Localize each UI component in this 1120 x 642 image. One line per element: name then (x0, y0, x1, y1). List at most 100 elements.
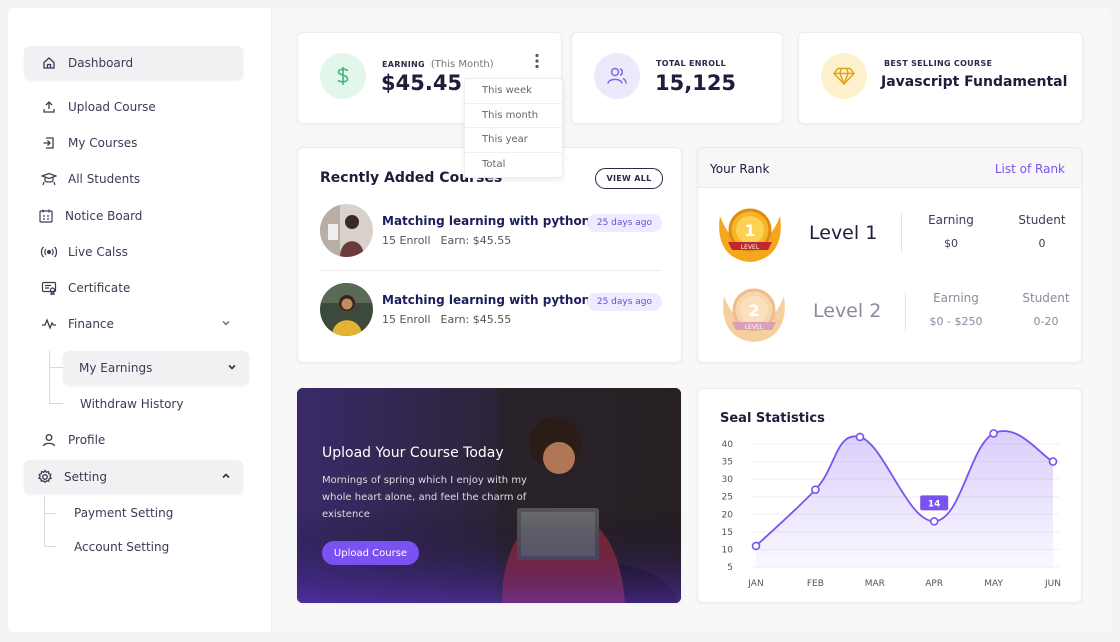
gear-icon (36, 468, 54, 486)
tree-line (44, 496, 45, 546)
sidebar-subitem-label: Account Setting (74, 540, 170, 554)
medal-level-text: LEVEL (741, 244, 760, 251)
tree-line (49, 403, 63, 404)
sidebar-item-profile[interactable]: Profile (24, 423, 243, 457)
sidebar-item-label: All Students (68, 172, 141, 186)
svg-text:2: 2 (748, 301, 759, 320)
enter-icon (40, 134, 58, 152)
x-tick-label: FEB (807, 579, 824, 589)
course-earn: Earn: $45.55 (440, 234, 512, 247)
dropdown-item-this-year[interactable]: This year (465, 128, 562, 153)
course-row[interactable]: Matching learning with python 15 Enroll E… (320, 283, 662, 339)
course-meta: 15 Enroll Earn: $45.55 (382, 313, 511, 326)
x-tick-label: JUN (1044, 579, 1061, 589)
dropdown-item-this-month[interactable]: This month (465, 104, 562, 128)
divider (320, 270, 662, 271)
sidebar-subitem-account-setting[interactable]: Account Setting (74, 539, 169, 555)
data-point[interactable] (929, 517, 939, 526)
dropdown-item-total[interactable]: Total (465, 153, 562, 178)
dropdown-item-this-week[interactable]: This week (465, 79, 562, 104)
upload-icon (40, 98, 58, 116)
sidebar-item-my-courses[interactable]: My Courses (24, 126, 243, 160)
total-enroll-label: TOTAL ENROLL (656, 59, 727, 68)
data-point[interactable] (1048, 457, 1058, 466)
sidebar-subitem-my-earnings[interactable]: My Earnings (63, 351, 249, 385)
rank-level-name: Level 2 (813, 300, 882, 322)
user-icon (40, 431, 58, 449)
tree-line (44, 546, 56, 547)
best-selling-value: Javascript Fundamental (881, 74, 1068, 90)
pulse-icon (40, 315, 58, 333)
chevron-down-icon[interactable] (225, 360, 239, 374)
rank-earning: Earning $0 (918, 213, 984, 250)
divider (905, 293, 906, 331)
y-tick-label: 10 (722, 545, 734, 555)
earning-label: EARNING (This Month) (382, 59, 494, 70)
data-point[interactable] (989, 429, 998, 438)
sidebar-item-label: Certificate (68, 281, 131, 295)
diamond-icon (821, 53, 867, 99)
sidebar-item-finance[interactable]: Finance (24, 307, 243, 341)
sidebar-item-label: Finance (68, 317, 114, 331)
svg-text:1: 1 (744, 221, 755, 240)
rank-student: Student 0 (1016, 213, 1068, 250)
students-icon (40, 170, 58, 188)
home-icon (40, 54, 58, 72)
broadcast-icon (40, 243, 58, 261)
course-row[interactable]: Matching learning with python 15 Enroll E… (320, 204, 662, 260)
sidebar-item-certificate[interactable]: Certificate (24, 271, 243, 305)
gold-medal-icon: 1 LEVEL (712, 202, 788, 266)
sidebar-item-setting[interactable]: Setting (24, 460, 243, 494)
promo-text: Mornings of spring which I enjoy with my… (322, 475, 527, 520)
users-icon (594, 53, 640, 99)
rank-earning: Earning $0 - $250 (922, 291, 990, 328)
y-tick-label: 30 (722, 475, 734, 485)
view-all-button[interactable]: VIEW ALL (595, 168, 663, 189)
course-thumbnail (320, 283, 373, 336)
medal-level-text: LEVEL (745, 324, 764, 331)
bronze-medal-icon: 2 LEVEL (716, 282, 792, 346)
rank-student-label: Student (1018, 213, 1066, 227)
sidebar: Dashboard Upload Course My Courses All S… (8, 8, 272, 632)
list-of-rank-link[interactable]: List of Rank (995, 162, 1065, 176)
data-point[interactable] (751, 541, 761, 551)
sidebar-item-notice-board[interactable]: Notice Board (24, 199, 243, 233)
y-tick-label: 5 (727, 563, 733, 573)
rank-earning-value: $0 - $250 (929, 315, 983, 328)
chevron-up-icon[interactable] (219, 469, 233, 483)
seal-statistics-chart: 40 35 30 25 20 15 10 5 14 JAN FEB MAR APR MAY JUN (722, 429, 1061, 589)
best-selling-label: BEST SELLING COURSE (884, 59, 993, 68)
rank-earning-label: Earning (933, 291, 979, 305)
sidebar-item-upload-course[interactable]: Upload Course (24, 90, 243, 124)
tree-line (44, 513, 56, 514)
course-title: Matching learning with python (382, 214, 591, 228)
more-vertical-icon[interactable] (534, 53, 540, 69)
earning-label-text: EARNING (382, 60, 425, 69)
data-point[interactable] (855, 432, 865, 442)
sidebar-item-all-students[interactable]: All Students (24, 162, 243, 196)
period-dropdown: This week This month This year Total (464, 78, 563, 178)
y-tick-label: 15 (722, 528, 733, 538)
sidebar-subitem-payment-setting[interactable]: Payment Setting (74, 505, 173, 521)
series-area (756, 430, 1053, 567)
y-tick-label: 35 (722, 458, 733, 468)
course-age-badge: 25 days ago (586, 214, 662, 232)
sidebar-item-live-class[interactable]: Live Calss (24, 235, 243, 269)
earning-value: $45.45 (381, 71, 463, 95)
rank-title: Your Rank (710, 162, 770, 176)
sidebar-subitem-withdraw-history[interactable]: Withdraw History (80, 396, 183, 412)
rank-earning-value: $0 (944, 237, 958, 250)
total-enroll-value: 15,125 (655, 71, 737, 95)
rank-student-value: 0 (1038, 237, 1046, 250)
upload-course-button[interactable]: Upload Course (322, 541, 419, 565)
sidebar-item-label: Setting (64, 470, 107, 484)
rank-earning-label: Earning (928, 213, 974, 227)
rank-student-label: Student (1022, 291, 1070, 305)
data-point[interactable] (811, 485, 820, 494)
y-tick-label: 40 (722, 440, 734, 450)
chevron-down-icon[interactable] (219, 316, 233, 330)
rank-card: Your Rank List of Rank 1 LEVEL Level 1 E… (697, 147, 1082, 363)
x-tick-label: MAR (865, 579, 885, 589)
sidebar-item-dashboard[interactable]: Dashboard (24, 46, 243, 80)
certificate-icon (40, 279, 58, 297)
